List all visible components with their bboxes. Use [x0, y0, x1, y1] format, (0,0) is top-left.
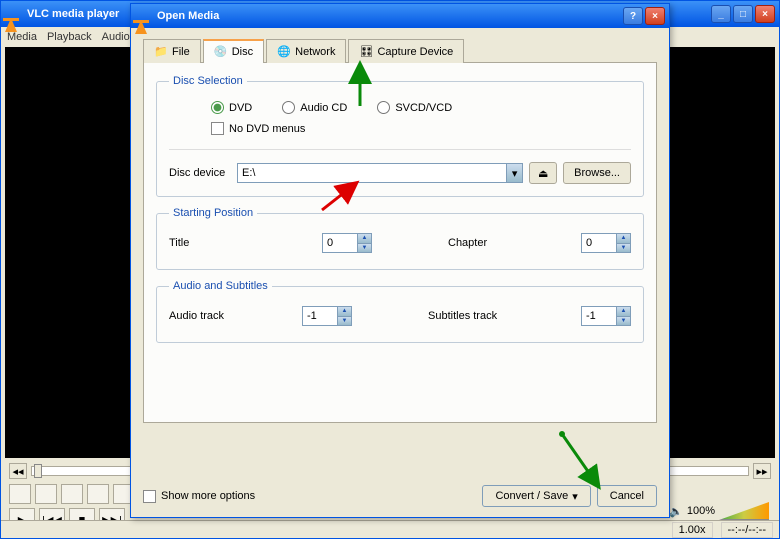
title-value: 0 [327, 237, 333, 249]
capture-icon: 🎛 [359, 45, 373, 59]
spinner-down-icon[interactable]: ▼ [616, 317, 630, 326]
no-dvd-menus-label: No DVD menus [229, 123, 305, 135]
faster-button[interactable]: ▸▸ [753, 463, 771, 479]
audio-subtitles-group: Audio and Subtitles Audio track -1 ▲▼ Su… [156, 280, 644, 343]
show-more-checkbox[interactable] [143, 490, 156, 503]
radio-svcd-input[interactable] [377, 101, 390, 114]
spinner-up-icon[interactable]: ▲ [616, 234, 630, 244]
disc-selection-legend: Disc Selection [169, 75, 247, 87]
disc-selection-group: Disc Selection DVD Audio CD SVCD/VCD No … [156, 75, 644, 197]
fullscreen-button[interactable] [87, 484, 109, 504]
spinner-down-icon[interactable]: ▼ [357, 244, 371, 253]
subtitles-track-label: Subtitles track [428, 310, 518, 322]
radio-audiocd-input[interactable] [282, 101, 295, 114]
tab-capture[interactable]: 🎛 Capture Device [348, 39, 464, 63]
chapter-spinner[interactable]: 0 ▲▼ [581, 233, 631, 253]
radio-dvd-label: DVD [229, 102, 252, 114]
speaker-icon[interactable]: 🔈 [669, 505, 683, 518]
show-more-label: Show more options [161, 490, 255, 502]
chevron-down-icon[interactable]: ▾ [506, 164, 522, 182]
starting-position-legend: Starting Position [169, 207, 257, 219]
playlist-button[interactable] [9, 484, 31, 504]
tab-panel-disc: Disc Selection DVD Audio CD SVCD/VCD No … [143, 63, 657, 423]
tab-network-label: Network [295, 46, 335, 58]
subtitles-track-value: -1 [586, 310, 596, 322]
convert-save-label: Convert / Save [495, 490, 568, 502]
starting-position-group: Starting Position Title 0 ▲▼ Chapter 0 ▲… [156, 207, 644, 270]
disc-device-combo[interactable]: E:\ ▾ [237, 163, 523, 183]
title-label: Title [169, 237, 239, 249]
volume-percent: 100% [687, 505, 715, 517]
subtitles-track-spinner[interactable]: -1 ▲▼ [581, 306, 631, 326]
tab-capture-label: Capture Device [377, 46, 453, 58]
status-bar: 1.00x --:--/--:-- [1, 520, 779, 538]
convert-save-button[interactable]: Convert / Save ▾ [482, 485, 590, 507]
tab-file-label: File [172, 46, 190, 58]
browse-button[interactable]: Browse... [563, 162, 631, 184]
dialog-titlebar[interactable]: Open Media ? × [131, 4, 669, 28]
spinner-down-icon[interactable]: ▼ [337, 317, 351, 326]
close-button[interactable]: × [755, 5, 775, 23]
audio-track-spinner[interactable]: -1 ▲▼ [302, 306, 352, 326]
disc-device-label: Disc device [169, 167, 231, 179]
chapter-value: 0 [586, 237, 592, 249]
dialog-title: Open Media [157, 10, 219, 22]
tab-file[interactable]: 📁 File [143, 39, 201, 63]
random-button[interactable] [61, 484, 83, 504]
open-media-dialog: Open Media ? × 📁 File 💿 Disc 🌐 Network 🎛… [130, 3, 670, 518]
eject-button[interactable]: ⏏ [529, 162, 557, 184]
title-spinner[interactable]: 0 ▲▼ [322, 233, 372, 253]
tabstrip: 📁 File 💿 Disc 🌐 Network 🎛 Capture Device [143, 38, 657, 63]
audio-subtitles-legend: Audio and Subtitles [169, 280, 272, 292]
tab-disc[interactable]: 💿 Disc [203, 39, 264, 63]
radio-audiocd[interactable]: Audio CD [282, 101, 347, 114]
dialog-help-button[interactable]: ? [623, 7, 643, 25]
main-window-title: VLC media player [27, 8, 119, 20]
no-dvd-menus-checkbox[interactable] [211, 122, 224, 135]
radio-svcd[interactable]: SVCD/VCD [377, 101, 452, 114]
menu-playback[interactable]: Playback [47, 31, 92, 43]
menu-media[interactable]: Media [7, 31, 37, 43]
radio-audiocd-label: Audio CD [300, 102, 347, 114]
menu-audio[interactable]: Audio [102, 31, 130, 43]
vlc-cone-icon [5, 6, 21, 22]
time-display: --:--/--:-- [721, 522, 773, 538]
eject-icon: ⏏ [538, 167, 548, 180]
tab-network[interactable]: 🌐 Network [266, 39, 346, 63]
chapter-label: Chapter [448, 237, 498, 249]
radio-svcd-label: SVCD/VCD [395, 102, 452, 114]
loop-button[interactable] [35, 484, 57, 504]
audio-track-label: Audio track [169, 310, 239, 322]
folder-icon: 📁 [154, 45, 168, 59]
playback-speed[interactable]: 1.00x [672, 522, 713, 538]
vlc-cone-icon [135, 8, 151, 24]
maximize-button[interactable]: □ [733, 5, 753, 23]
chevron-down-icon: ▾ [572, 490, 578, 503]
radio-dvd-input[interactable] [211, 101, 224, 114]
spinner-up-icon[interactable]: ▲ [337, 307, 351, 317]
disc-icon: 💿 [214, 45, 228, 59]
radio-dvd[interactable]: DVD [211, 101, 252, 114]
audio-track-value: -1 [307, 310, 317, 322]
spinner-up-icon[interactable]: ▲ [357, 234, 371, 244]
volume-slider[interactable] [719, 502, 769, 520]
dialog-close-button[interactable]: × [645, 7, 665, 25]
slower-button[interactable]: ◂◂ [9, 463, 27, 479]
network-icon: 🌐 [277, 45, 291, 59]
disc-device-value: E:\ [242, 167, 255, 179]
tab-disc-label: Disc [232, 46, 253, 58]
cancel-button[interactable]: Cancel [597, 485, 657, 507]
minimize-button[interactable]: _ [711, 5, 731, 23]
spinner-down-icon[interactable]: ▼ [616, 244, 630, 253]
spinner-up-icon[interactable]: ▲ [616, 307, 630, 317]
